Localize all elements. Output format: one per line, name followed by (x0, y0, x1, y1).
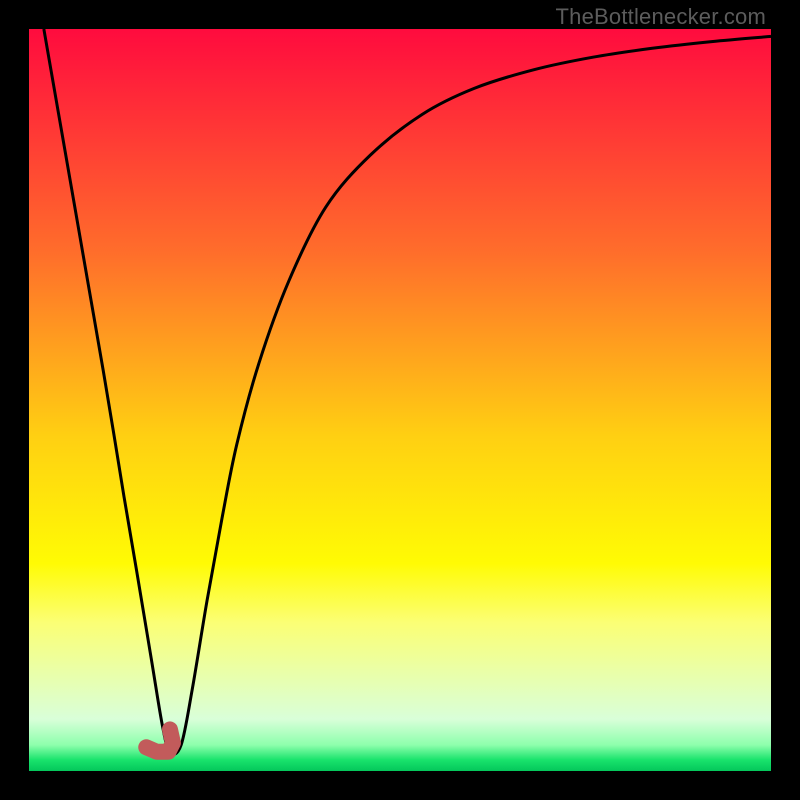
bottleneck-chart (29, 29, 771, 771)
chart-frame (29, 29, 771, 771)
watermark-text: TheBottlenecker.com (556, 4, 766, 30)
gradient-background (29, 29, 771, 771)
